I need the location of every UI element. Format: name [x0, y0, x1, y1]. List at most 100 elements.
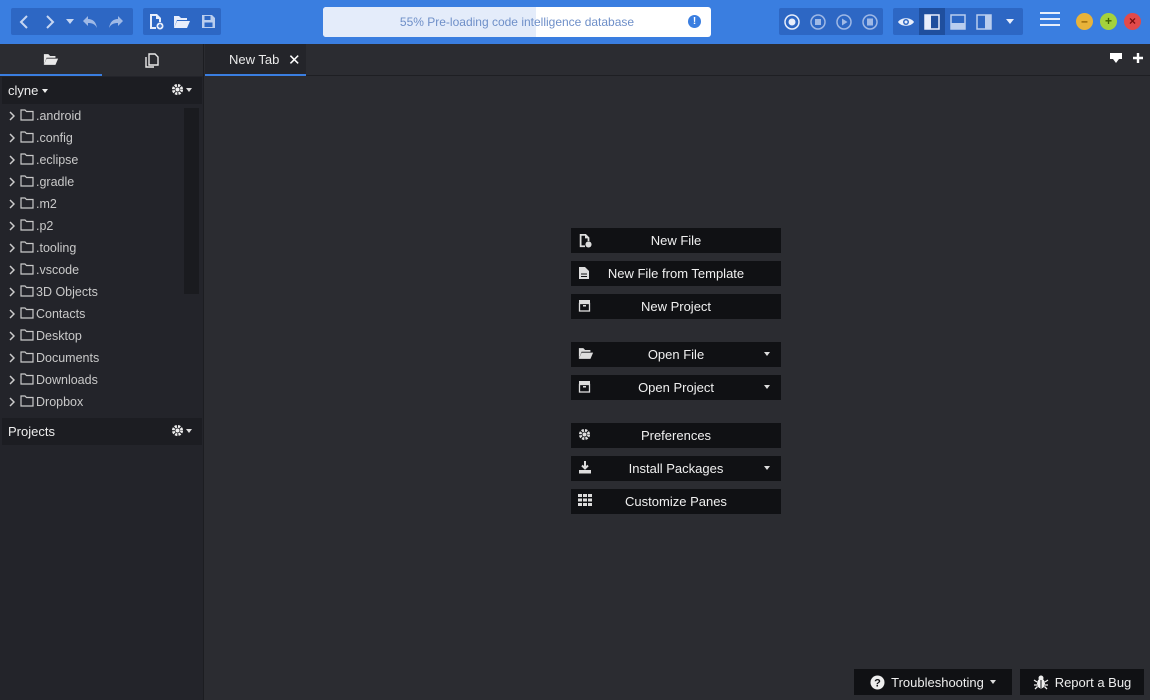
open-project-button[interactable]: Open Project: [571, 375, 781, 400]
chevron-right-icon[interactable]: [6, 287, 18, 297]
chevron-right-icon[interactable]: [6, 265, 18, 275]
toggle-right-pane-button[interactable]: [971, 8, 997, 35]
gear-icon: [171, 424, 184, 437]
chevron-down-icon[interactable]: [764, 466, 770, 470]
open-file-button[interactable]: [169, 8, 195, 35]
tree-item-label: .eclipse: [36, 153, 79, 167]
tree-item[interactable]: .android: [2, 105, 182, 127]
tree-item[interactable]: Desktop: [2, 325, 182, 347]
tab-list-button[interactable]: [1109, 52, 1123, 67]
tree-item[interactable]: Contacts: [2, 303, 182, 325]
save-macro-button[interactable]: [857, 8, 883, 35]
chevron-down-icon: [186, 428, 192, 433]
new-file-button[interactable]: [143, 8, 169, 35]
folder-icon: [20, 218, 34, 234]
chevron-right-icon[interactable]: [6, 243, 18, 253]
chevron-down-icon[interactable]: [764, 385, 770, 389]
new-file-from-template-button[interactable]: New File from Template: [571, 261, 781, 286]
folder-icon: [20, 196, 34, 212]
chevron-down-icon[interactable]: [42, 88, 49, 93]
chevron-right-icon[interactable]: [6, 221, 18, 231]
tab-label: New Tab: [229, 51, 280, 67]
tree-item[interactable]: .tooling: [2, 237, 182, 259]
toggle-left-pane-button[interactable]: [919, 8, 945, 35]
chevron-right-icon[interactable]: [6, 331, 18, 341]
back-button[interactable]: [11, 8, 37, 35]
main-menu-button[interactable]: [1040, 12, 1060, 32]
projects-settings-button[interactable]: [171, 424, 192, 437]
chevron-right-icon[interactable]: [6, 353, 18, 363]
chevron-down-icon: [66, 18, 74, 24]
hamburger-line: [1040, 24, 1060, 26]
tree-item[interactable]: Dropbox: [2, 391, 182, 413]
preferences-button[interactable]: Preferences: [571, 423, 781, 448]
tab-open-files[interactable]: [102, 44, 204, 76]
redo-button[interactable]: [103, 8, 129, 35]
places-root-select[interactable]: clyne: [8, 83, 38, 98]
tab-new-tab[interactable]: New Tab ✕: [205, 44, 306, 76]
chevron-right-icon[interactable]: [6, 133, 18, 143]
tabs-icon: [1110, 53, 1122, 63]
right-pane-icon: [976, 13, 992, 30]
chevron-right-icon[interactable]: [6, 375, 18, 385]
chevron-right-icon[interactable]: [6, 177, 18, 187]
tree-item[interactable]: Downloads: [2, 369, 182, 391]
record-macro-button[interactable]: [779, 8, 805, 35]
info-icon[interactable]: !: [688, 15, 701, 28]
tab-places[interactable]: [0, 44, 102, 76]
tree-item[interactable]: .vscode: [2, 259, 182, 281]
projects-header: Projects: [2, 418, 202, 445]
open-file-button[interactable]: Open File: [571, 342, 781, 367]
play-icon: [836, 13, 852, 30]
tree-item[interactable]: .m2: [2, 193, 182, 215]
tree-item[interactable]: .p2: [2, 215, 182, 237]
toggle-bottom-pane-button[interactable]: [945, 8, 971, 35]
tree-item[interactable]: .eclipse: [2, 149, 182, 171]
places-scrollbar[interactable]: [184, 108, 199, 294]
new-tab-button[interactable]: [1132, 52, 1144, 67]
folder-icon: [20, 284, 34, 300]
chevron-right-icon[interactable]: [6, 199, 18, 209]
folder-icon: [20, 174, 34, 190]
new-file-button[interactable]: New File: [571, 228, 781, 253]
chevron-right-icon[interactable]: [6, 309, 18, 319]
places-settings-button[interactable]: [171, 83, 192, 96]
chevron-right-icon[interactable]: [6, 111, 18, 121]
install-packages-button[interactable]: Install Packages: [571, 456, 781, 481]
pane-options-dropdown[interactable]: [997, 8, 1023, 35]
bottom-pane-icon: [950, 13, 966, 30]
stop-macro-button[interactable]: [805, 8, 831, 35]
forward-button[interactable]: [37, 8, 63, 35]
open-file-label: Open File: [647, 347, 705, 362]
close-button[interactable]: ×: [1124, 13, 1141, 30]
tree-item[interactable]: 3D Objects: [2, 281, 182, 303]
chevron-right-icon[interactable]: [6, 155, 18, 165]
minimize-button[interactable]: –: [1076, 13, 1093, 30]
new-project-button[interactable]: New Project: [571, 294, 781, 319]
tree-item-label: .tooling: [36, 241, 77, 255]
chevron-right-icon[interactable]: [6, 397, 18, 407]
maximize-button[interactable]: +: [1100, 13, 1117, 30]
play-macro-button[interactable]: [831, 8, 857, 35]
focus-mode-button[interactable]: [893, 8, 919, 35]
undo-icon: [83, 15, 97, 28]
new-file-icon: [150, 14, 164, 30]
file-text-icon: [579, 267, 589, 279]
tree-item[interactable]: .config: [2, 127, 182, 149]
editor-tabbar: New Tab ✕: [205, 44, 1150, 76]
plus-icon: [1133, 53, 1143, 63]
tree-item[interactable]: Documents: [2, 347, 182, 369]
folder-icon: [20, 152, 34, 168]
customize-panes-button[interactable]: Customize Panes: [571, 489, 781, 514]
hamburger-line: [1040, 18, 1060, 20]
undo-button[interactable]: [77, 8, 103, 35]
history-dropdown[interactable]: [63, 8, 77, 35]
save-button[interactable]: [195, 8, 221, 35]
report-bug-button[interactable]: Report a Bug: [1020, 669, 1144, 695]
record-icon: [784, 13, 800, 30]
troubleshooting-button[interactable]: ? Troubleshooting: [854, 669, 1012, 695]
tree-item[interactable]: .gradle: [2, 171, 182, 193]
close-icon[interactable]: ✕: [288, 51, 301, 69]
folder-icon: [20, 240, 34, 256]
chevron-down-icon[interactable]: [764, 352, 770, 356]
